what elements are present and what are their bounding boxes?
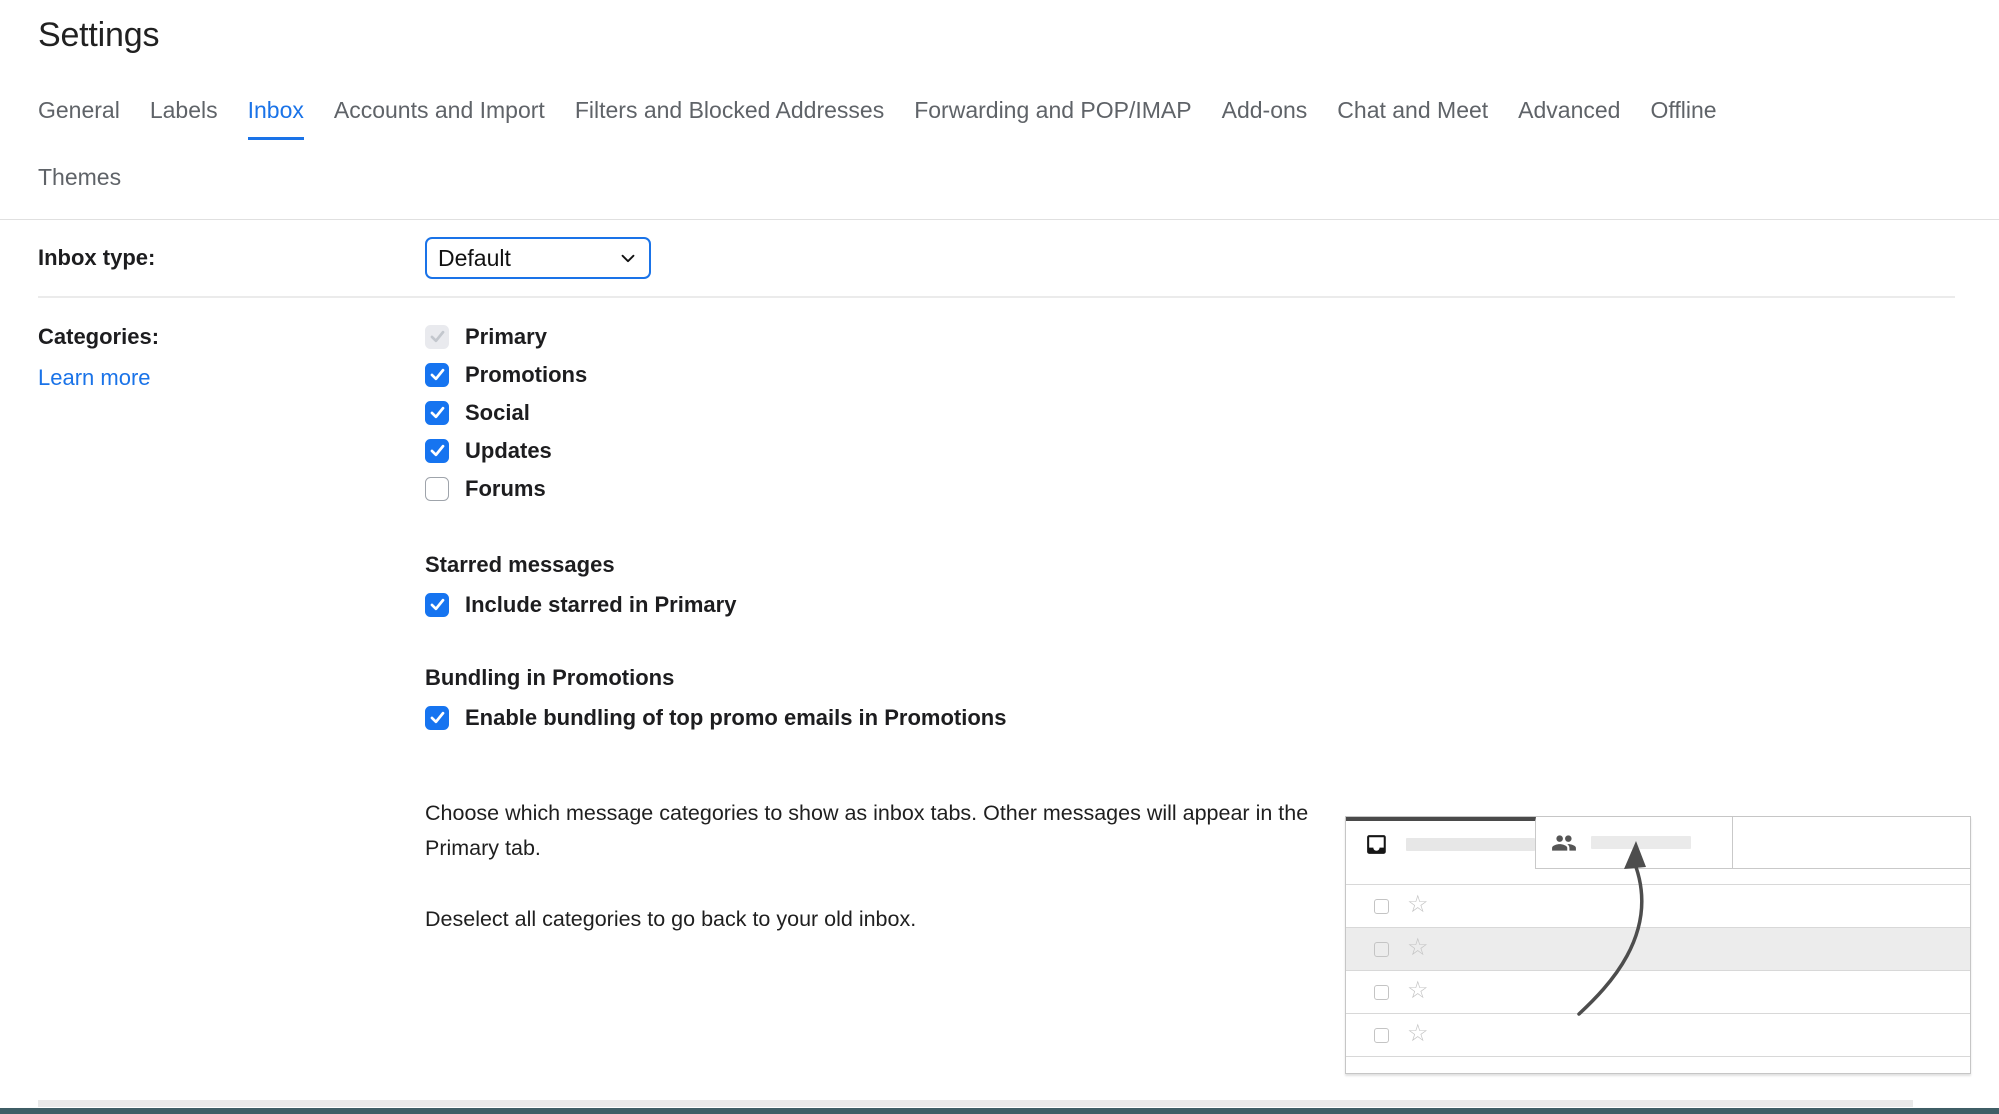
checkbox-outline-icon [1374,985,1389,1000]
categories-label: Categories: [38,324,425,350]
placeholder-bar [1406,838,1535,851]
tab-add-ons[interactable]: Add-ons [1222,97,1308,137]
categories-description: Choose which message categories to show … [425,796,1325,866]
tab-themes[interactable]: Themes [38,164,121,204]
category-row-social: Social [425,400,1955,425]
window-bottom-edge [0,1108,1999,1114]
illustration-header-gap [1346,869,1970,885]
category-row-primary: Primary [425,324,1955,349]
checkbox-primary [425,325,449,349]
placeholder-bar [1591,836,1691,849]
illustration-primary-tab [1346,817,1536,868]
inbox-type-section: Inbox type: Default [0,220,1999,296]
checkbox-outline-icon [1374,899,1389,914]
checkbox-outline-icon [1374,1028,1389,1043]
category-label-social: Social [465,400,530,426]
people-icon [1551,830,1577,856]
starred-option-label: Include starred in Primary [465,592,736,618]
bundling-heading: Bundling in Promotions [425,665,1955,691]
category-label-promotions: Promotions [465,362,587,388]
illustration-social-tab [1536,817,1733,868]
tab-chat-and-meet[interactable]: Chat and Meet [1337,97,1488,137]
tab-offline[interactable]: Offline [1650,97,1716,137]
category-label-primary: Primary [465,324,547,350]
inbox-tabs-illustration: ☆ ☆ ☆ ☆ [1345,816,1971,1074]
inbox-type-select[interactable]: Default [425,237,651,279]
bundling-option-row: Enable bundling of top promo emails in P… [425,705,1955,730]
starred-messages-heading: Starred messages [425,552,1955,578]
category-label-forums: Forums [465,476,546,502]
categories-description-2: Deselect all categories to go back to yo… [425,902,1325,937]
tab-advanced[interactable]: Advanced [1518,97,1620,137]
tab-row-2: Themes [38,164,1955,204]
illustration-mail-row: ☆ [1346,971,1970,1014]
star-outline-icon: ☆ [1407,1022,1429,1046]
settings-tab-bar: General Labels Inbox Accounts and Import… [38,97,1955,204]
learn-more-link[interactable]: Learn more [38,365,151,391]
category-label-updates: Updates [465,438,552,464]
checkbox-include-starred-in-primary[interactable] [425,593,449,617]
inbox-type-label: Inbox type: [38,245,425,271]
tab-labels[interactable]: Labels [150,97,218,137]
tab-accounts-and-import[interactable]: Accounts and Import [334,97,545,137]
horizontal-scrollbar[interactable] [38,1100,1913,1107]
star-outline-icon: ☆ [1407,936,1429,960]
tab-filters-and-blocked-addresses[interactable]: Filters and Blocked Addresses [575,97,884,137]
checkbox-enable-bundling[interactable] [425,706,449,730]
bundling-option-label: Enable bundling of top promo emails in P… [465,705,1006,731]
tab-row-1: General Labels Inbox Accounts and Import… [38,97,1955,140]
checkbox-promotions[interactable] [425,363,449,387]
category-row-promotions: Promotions [425,362,1955,387]
checkbox-outline-icon [1374,942,1389,957]
tab-inbox[interactable]: Inbox [248,97,304,140]
tab-forwarding-and-pop-imap[interactable]: Forwarding and POP/IMAP [914,97,1191,137]
inbox-type-selected-value: Default [438,245,511,272]
chevron-down-icon [617,247,639,269]
star-outline-icon: ☆ [1407,979,1429,1003]
categories-label-column: Categories: Learn more [38,324,425,391]
star-outline-icon: ☆ [1407,893,1429,917]
category-row-updates: Updates [425,438,1955,463]
illustration-mail-row: ☆ [1346,885,1970,928]
divider [38,296,1955,298]
checkbox-updates[interactable] [425,439,449,463]
checkbox-forums[interactable] [425,477,449,501]
checkbox-social[interactable] [425,401,449,425]
inbox-icon [1364,831,1389,858]
illustration-mail-row: ☆ [1346,1014,1970,1057]
category-row-forums: Forums [425,476,1955,501]
illustration-mail-row-highlighted: ☆ [1346,928,1970,971]
tab-general[interactable]: General [38,97,120,137]
illustration-tab-strip [1346,817,1970,869]
starred-option-row: Include starred in Primary [425,592,1955,617]
page-title: Settings [38,16,1999,55]
